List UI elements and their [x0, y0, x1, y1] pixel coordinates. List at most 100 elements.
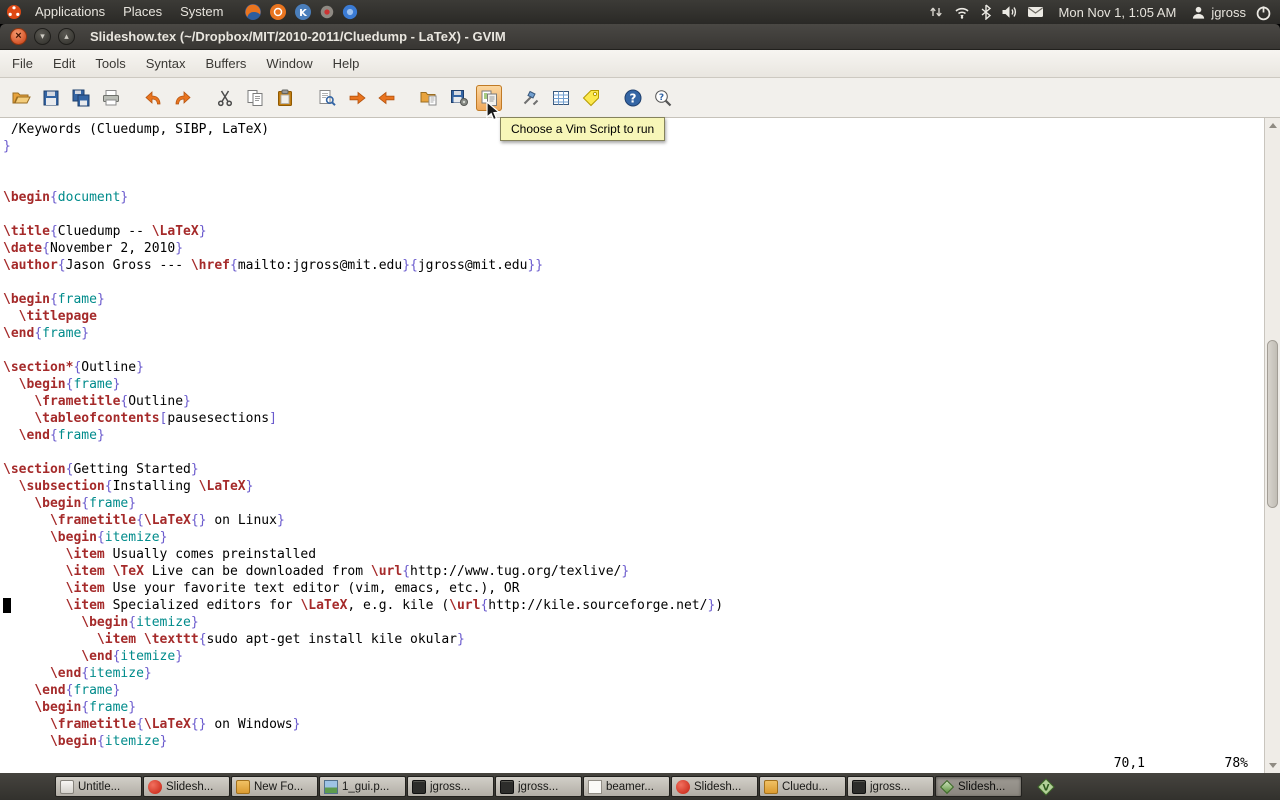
menu-window[interactable]: Window: [256, 50, 322, 77]
taskbar-button[interactable]: Slidesh...: [671, 776, 758, 797]
power-icon[interactable]: [1255, 4, 1272, 21]
panel-clock[interactable]: Mon Nov 1, 1:05 AM: [1053, 5, 1183, 20]
menu-tools[interactable]: Tools: [85, 50, 135, 77]
taskbar-button-label: New Fo...: [254, 781, 303, 793]
menu-edit[interactable]: Edit: [43, 50, 85, 77]
kile-launcher-icon[interactable]: K: [294, 3, 312, 21]
code-line: \end{itemize}: [3, 665, 1264, 682]
document-icon: [588, 780, 602, 794]
maximize-button[interactable]: ▴: [58, 28, 75, 45]
places-menu[interactable]: Places: [114, 0, 171, 24]
taskbar-button-label: Slidesh...: [694, 781, 741, 793]
code-line: \begin{frame}: [3, 699, 1264, 716]
save-session-button[interactable]: [446, 85, 472, 111]
menu-file[interactable]: File: [2, 50, 43, 77]
build-tags-button[interactable]: [548, 85, 574, 111]
firefox-launcher-icon[interactable]: [244, 3, 262, 21]
taskbar-button-label: jgross...: [870, 781, 910, 793]
redo-icon: [173, 88, 193, 108]
wifi-icon[interactable]: [953, 4, 971, 20]
code-line: \item Specialized editors for \LaTeX, e.…: [3, 597, 1264, 614]
code-line: \begin{frame}: [3, 376, 1264, 393]
code-line: [3, 342, 1264, 359]
svg-text:K: K: [300, 8, 309, 19]
paste-icon: [275, 88, 295, 108]
scrollbar-down-arrow[interactable]: [1265, 759, 1280, 772]
code-line: \item \TeX Live can be downloaded from \…: [3, 563, 1264, 580]
taskbar-button[interactable]: jgross...: [847, 776, 934, 797]
taskbar-button[interactable]: Slidesh...: [143, 776, 230, 797]
gvim-tray-icon[interactable]: V: [1037, 778, 1055, 796]
print-button[interactable]: [98, 85, 124, 111]
save-all-button[interactable]: [68, 85, 94, 111]
cut-button[interactable]: [212, 85, 238, 111]
copy-button[interactable]: [242, 85, 268, 111]
scrollbar-thumb[interactable]: [1267, 340, 1278, 508]
taskbar-button[interactable]: Untitle...: [55, 776, 142, 797]
taskbar-button[interactable]: New Fo...: [231, 776, 318, 797]
code-line: \date{November 2, 2010}: [3, 240, 1264, 257]
save-file-button[interactable]: [38, 85, 64, 111]
network-updown-icon[interactable]: [928, 4, 944, 20]
toolbar-tooltip: Choose a Vim Script to run: [500, 117, 665, 141]
user-menu[interactable]: jgross: [1191, 5, 1246, 20]
cursor-position: 70,1: [1114, 756, 1145, 771]
paste-button[interactable]: [272, 85, 298, 111]
load-session-icon: [419, 88, 439, 108]
taskbar-button[interactable]: Slidesh...: [935, 776, 1022, 797]
undo-button[interactable]: [140, 85, 166, 111]
find-help-button[interactable]: ?: [650, 85, 676, 111]
pdf-icon: [148, 780, 162, 794]
code-line: \begin{itemize}: [3, 733, 1264, 750]
load-session-button[interactable]: [416, 85, 442, 111]
jump-to-tag-button[interactable]: [578, 85, 604, 111]
folder-icon: [764, 780, 778, 794]
save-session-icon: [449, 88, 469, 108]
bluetooth-icon[interactable]: [980, 4, 992, 20]
taskbar-button[interactable]: jgross...: [495, 776, 582, 797]
menu-help[interactable]: Help: [323, 50, 370, 77]
code-line: [3, 155, 1264, 172]
undo-icon: [143, 88, 163, 108]
panel-indicators: Mon Nov 1, 1:05 AM jgross: [928, 0, 1280, 24]
ubuntuone-launcher-icon[interactable]: [269, 3, 287, 21]
menu-buffers[interactable]: Buffers: [195, 50, 256, 77]
taskbar-button-label: beamer...: [606, 781, 654, 793]
make-icon: [521, 88, 541, 108]
make-button[interactable]: [518, 85, 544, 111]
close-button[interactable]: ×: [10, 28, 27, 45]
applications-menu[interactable]: Applications: [26, 0, 114, 24]
scrollbar[interactable]: [1264, 118, 1280, 773]
menu-syntax[interactable]: Syntax: [136, 50, 196, 77]
find-replace-button[interactable]: [314, 85, 340, 111]
print-icon: [101, 88, 121, 108]
gvim-titlebar[interactable]: × ▾ ▴ Slideshow.tex (~/Dropbox/MIT/2010-…: [0, 24, 1280, 50]
taskbar-button[interactable]: Cluedu...: [759, 776, 846, 797]
launcher-icon[interactable]: [319, 4, 335, 20]
gvim-menubar: File Edit Tools Syntax Buffers Window He…: [0, 50, 1280, 78]
minimize-button[interactable]: ▾: [34, 28, 51, 45]
cut-icon: [215, 88, 235, 108]
terminal-icon: [412, 780, 426, 794]
taskbar-button[interactable]: jgross...: [407, 776, 494, 797]
distro-logo-icon[interactable]: [6, 4, 22, 20]
volume-icon[interactable]: [1001, 4, 1018, 20]
code-line: \section{Getting Started}: [3, 461, 1264, 478]
system-menu[interactable]: System: [171, 0, 232, 24]
code-line: \frametitle{Outline}: [3, 393, 1264, 410]
mail-icon[interactable]: [1027, 5, 1044, 19]
help-button[interactable]: ?: [620, 85, 646, 111]
launcher-icon-2[interactable]: [342, 4, 358, 20]
find-next-button[interactable]: [344, 85, 370, 111]
code-line: \begin{itemize}: [3, 529, 1264, 546]
open-file-button[interactable]: [8, 85, 34, 111]
taskbar-button[interactable]: beamer...: [583, 776, 670, 797]
text-area[interactable]: /Keywords (Cluedump, SIBP, LaTeX)}\begin…: [0, 118, 1264, 773]
redo-button[interactable]: [170, 85, 196, 111]
find-prev-button[interactable]: [374, 85, 400, 111]
scrollbar-up-arrow[interactable]: [1265, 119, 1280, 132]
svg-text:?: ?: [630, 91, 637, 105]
taskbar-button[interactable]: 1_gui.p...: [319, 776, 406, 797]
code-line: [3, 274, 1264, 291]
copy-icon: [245, 88, 265, 108]
